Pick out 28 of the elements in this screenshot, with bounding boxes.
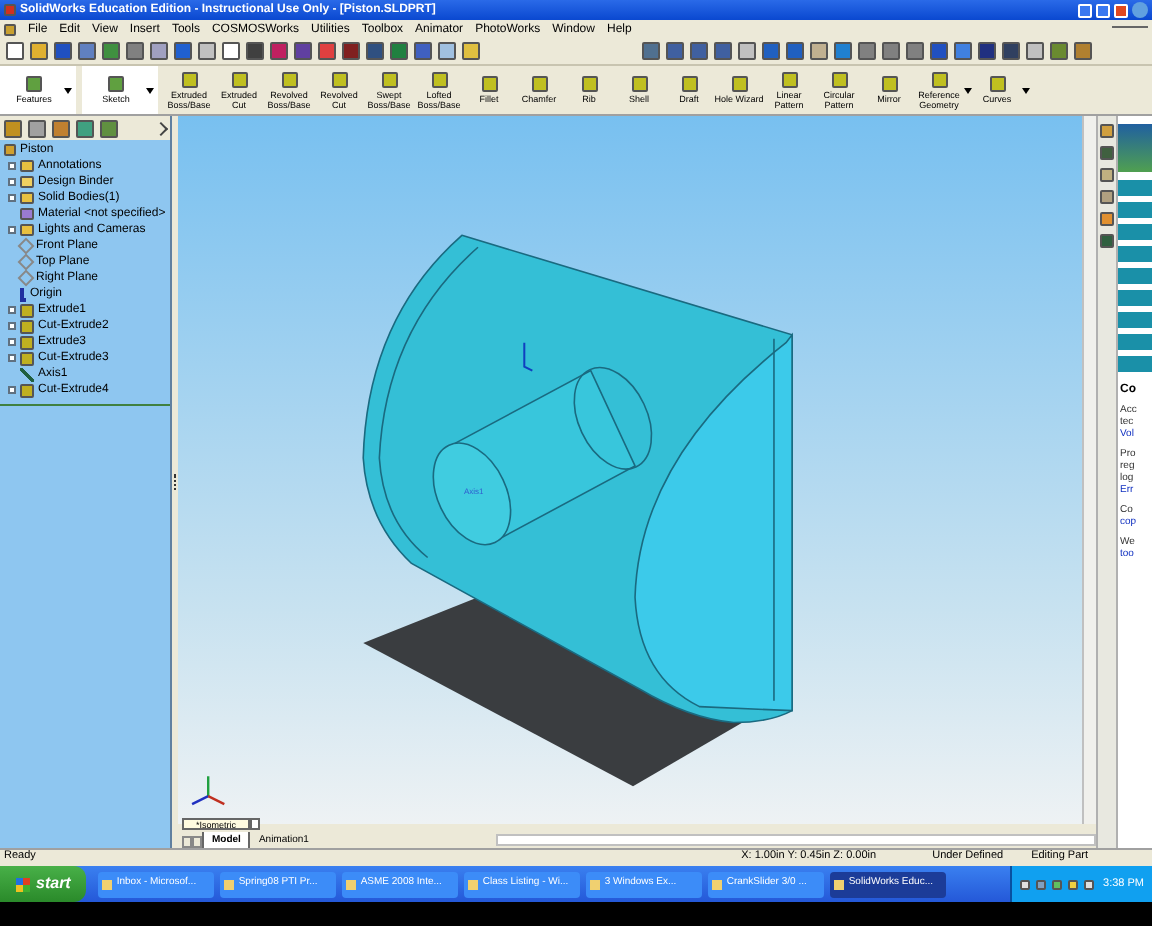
- app-logo-icon: [4, 4, 16, 16]
- axis-icon: [20, 367, 34, 381]
- folder-icon: [20, 224, 34, 236]
- caret-icon[interactable]: [64, 87, 72, 93]
- splitter-handle[interactable]: [174, 474, 176, 490]
- close-button[interactable]: [1114, 3, 1128, 17]
- folder-icon: [20, 192, 34, 204]
- expand-plus-icon[interactable]: [8, 386, 16, 394]
- axis-triad-icon: [191, 776, 225, 806]
- folder-icon: [20, 160, 34, 172]
- caret-icon[interactable]: [1022, 87, 1030, 93]
- minimize-button[interactable]: [1078, 3, 1092, 17]
- document-icon: [4, 23, 16, 35]
- horizontal-scrollbar[interactable]: [496, 834, 1096, 846]
- binder-icon: [20, 176, 34, 188]
- window-controls-icon[interactable]: [1112, 25, 1148, 33]
- expand-plus-icon[interactable]: [8, 226, 16, 234]
- origin-marker-icon: [523, 341, 534, 372]
- part-icon: [4, 144, 16, 156]
- caret-icon[interactable]: [146, 87, 154, 93]
- windows-logo-icon: [16, 877, 30, 891]
- vertical-scrollbar[interactable]: [1082, 116, 1096, 824]
- task-pane-banner: [1118, 124, 1152, 172]
- feature-icon: [20, 383, 34, 397]
- material-icon: [20, 208, 34, 220]
- maximize-button[interactable]: [1096, 3, 1110, 17]
- caret-icon[interactable]: [964, 87, 972, 93]
- task-pane-logo-icon: [1132, 2, 1148, 18]
